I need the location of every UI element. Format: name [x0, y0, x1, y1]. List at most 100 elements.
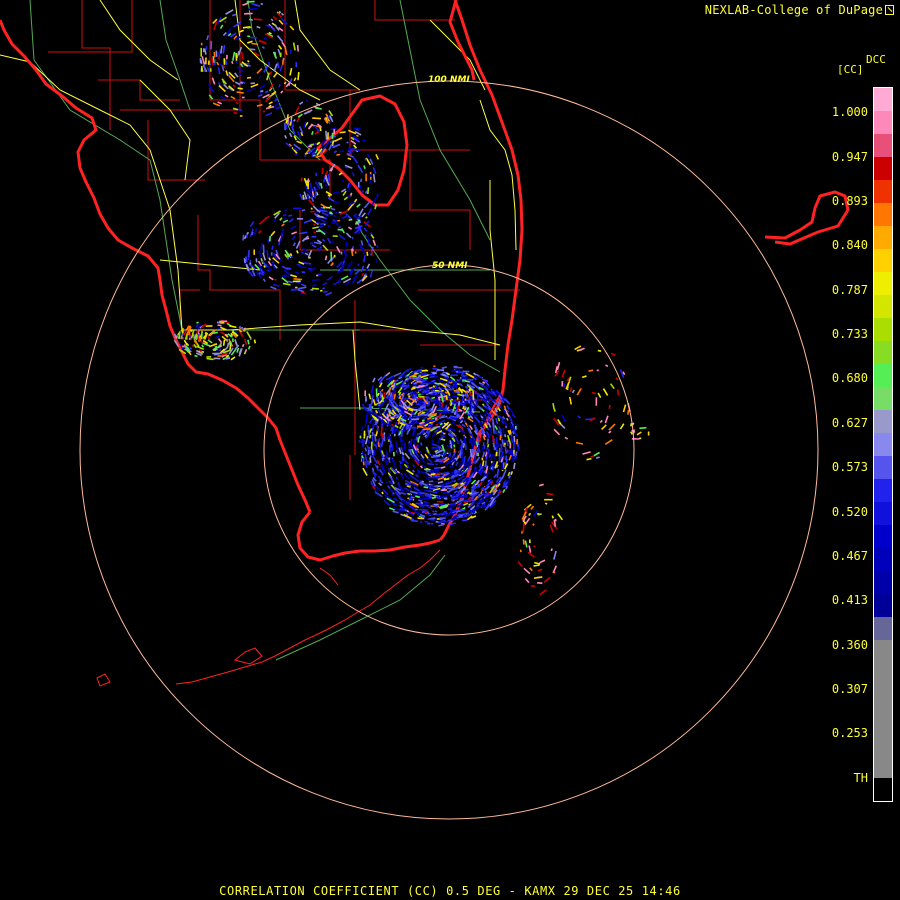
- echo-gate: [453, 444, 456, 448]
- echo-gate: [361, 455, 364, 459]
- echo-gate: [347, 157, 352, 161]
- echo-gate: [279, 233, 284, 242]
- echo-gate: [431, 432, 437, 438]
- echo-gate: [465, 387, 469, 390]
- echo-gate: [281, 223, 285, 227]
- echo-gate: [495, 417, 499, 425]
- echo-gate: [437, 428, 442, 431]
- echo-gate: [569, 387, 573, 393]
- echo-gate: [260, 90, 264, 93]
- echo-gate: [226, 342, 230, 348]
- echo-gate: [528, 545, 532, 553]
- echo-gate: [236, 91, 244, 94]
- echo-gate: [549, 524, 554, 533]
- echo-gate: [491, 466, 494, 471]
- radar-echoes: [173, 0, 650, 596]
- echo-gate: [497, 407, 501, 412]
- echo-gate: [364, 157, 367, 161]
- echo-gate: [504, 434, 507, 438]
- legend-swatch: [874, 778, 892, 801]
- echo-gate: [383, 434, 386, 442]
- echo-gate: [380, 388, 384, 392]
- echo-gate: [482, 381, 486, 384]
- echo-gate: [297, 286, 307, 290]
- echo-gate: [427, 381, 435, 384]
- echo-gate: [429, 375, 435, 378]
- echo-gate: [399, 395, 402, 400]
- echo-gate: [631, 422, 635, 426]
- echo-gate: [319, 246, 322, 249]
- echo-gate: [404, 452, 411, 460]
- echo-gate: [430, 473, 436, 476]
- echo-gate: [285, 119, 288, 124]
- echo-gate: [333, 150, 338, 154]
- echo-gate: [206, 357, 214, 361]
- echo-gate: [262, 278, 266, 282]
- echo-gate: [451, 369, 460, 373]
- echo-gate: [534, 561, 541, 565]
- echo-gate: [225, 9, 234, 15]
- echo-gate: [412, 377, 422, 380]
- coastline: [0, 0, 850, 562]
- echo-gate: [420, 424, 424, 427]
- county-line: [197, 215, 281, 340]
- echo-gate: [604, 415, 609, 424]
- echo-gate: [434, 510, 438, 513]
- echo-gate: [355, 134, 359, 137]
- echo-gate: [412, 464, 416, 468]
- echo-gate: [576, 387, 582, 396]
- legend-color-bar: [873, 87, 893, 802]
- echo-gate: [264, 96, 272, 103]
- echo-gate: [410, 519, 418, 523]
- echo-gate: [412, 375, 417, 378]
- key-dry-tortugas: [96, 673, 111, 687]
- echo-gate: [407, 377, 412, 380]
- county-line: [374, 0, 455, 21]
- echo-gate: [347, 226, 353, 230]
- echo-gate: [358, 439, 361, 444]
- echo-gate: [370, 234, 375, 239]
- echo-gate: [524, 517, 531, 526]
- echo-gate: [235, 52, 238, 61]
- echo-gate: [331, 140, 335, 147]
- legend-label: 0.467: [831, 549, 868, 563]
- echo-gate: [355, 128, 359, 132]
- echo-gate: [472, 372, 477, 376]
- echo-gate: [622, 404, 627, 413]
- echo-gate: [488, 453, 492, 458]
- echo-gate: [376, 425, 379, 432]
- echo-gate: [440, 434, 446, 438]
- echo-gate: [327, 224, 331, 227]
- echo-gate: [421, 419, 425, 422]
- echo-gate: [532, 510, 539, 518]
- county-line: [48, 0, 133, 53]
- echo-gate: [486, 446, 489, 450]
- echo-gate: [504, 444, 508, 454]
- county-line: [81, 0, 111, 130]
- echo-gate: [483, 413, 487, 417]
- legend-swatch: [874, 755, 892, 778]
- echo-gate: [524, 540, 528, 548]
- radar-site-marker: [446, 447, 452, 453]
- nexlab-credit[interactable]: NEXLAB-College of DuPage: [705, 3, 894, 17]
- echo-gate: [418, 492, 426, 495]
- echo-gate: [230, 95, 236, 100]
- echo-gate: [206, 67, 211, 73]
- echo-gate: [439, 505, 444, 509]
- legend-swatch: [874, 525, 892, 548]
- echo-gate: [322, 282, 328, 286]
- echo-gate: [455, 436, 460, 445]
- echo-gate: [296, 263, 301, 266]
- echo-gate: [338, 172, 343, 176]
- echo-gate: [375, 153, 380, 160]
- echo-gate: [434, 417, 438, 421]
- echo-gate: [276, 35, 284, 43]
- echo-gate: [372, 239, 377, 246]
- echo-gate: [211, 77, 216, 85]
- echo-gate: [364, 447, 368, 452]
- echo-gate: [257, 94, 263, 97]
- echo-gate: [388, 460, 391, 464]
- echo-gate: [270, 230, 276, 237]
- echo-gate: [261, 46, 265, 50]
- echo-gate: [375, 259, 378, 263]
